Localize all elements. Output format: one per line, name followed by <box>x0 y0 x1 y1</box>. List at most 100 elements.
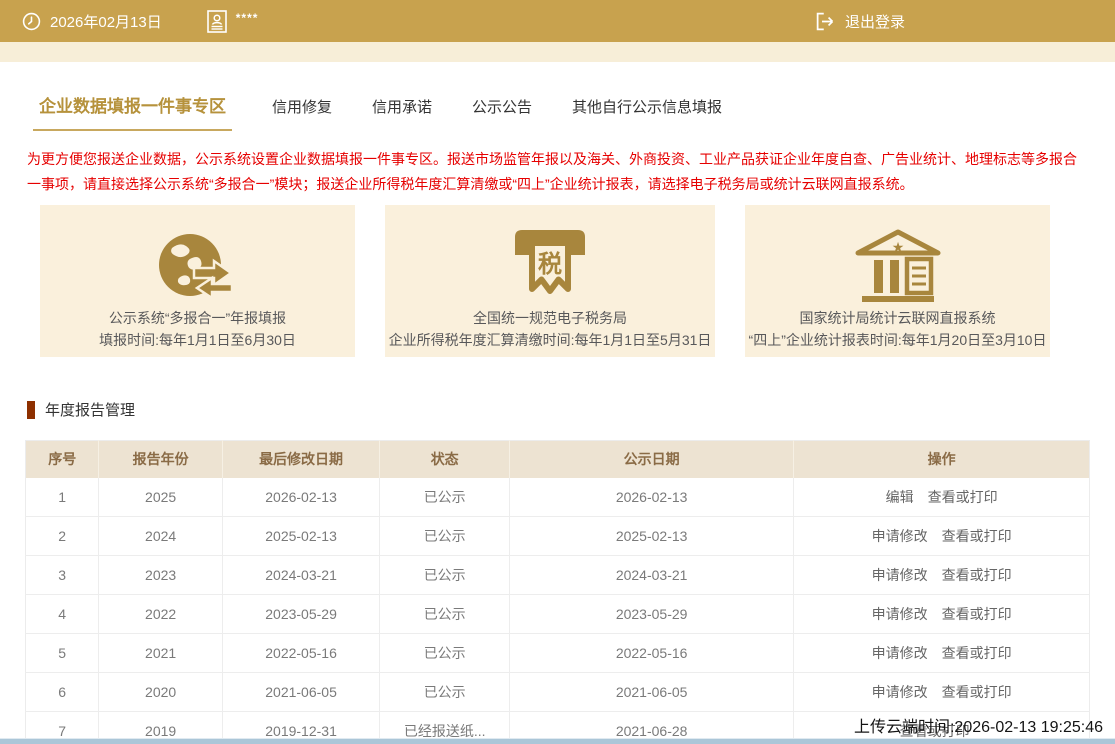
cell-last-modified: 2021-06-05 <box>222 673 379 712</box>
cell-last-modified: 2024-03-21 <box>222 556 379 595</box>
quick-link-cards: 公示系统“多报合一”年报填报 填报时间:每年1月1日至6月30日 税 全国统一规… <box>25 205 1090 357</box>
cell-report-year: 2023 <box>99 556 222 595</box>
card-annual-report-filing[interactable]: 公示系统“多报合一”年报填报 填报时间:每年1月1日至6月30日 <box>40 205 355 357</box>
clock-icon <box>22 12 41 31</box>
cell-actions: 编辑查看或打印 <box>794 478 1090 517</box>
masked-credential-text: **** <box>236 11 259 25</box>
cell-publish-date: 2025-02-13 <box>510 517 794 556</box>
cell-serial: 2 <box>26 517 99 556</box>
table-row: 5 2021 2022-05-16 已公示 2022-05-16 申请修改查看或… <box>26 634 1090 673</box>
action-link[interactable]: 申请修改 <box>872 684 928 700</box>
card-title: 公示系统“多报合一”年报填报 <box>40 307 355 329</box>
topbar: 2026年02月13日 **** 退出登录 <box>0 0 1115 42</box>
main-content: 企业数据填报一件事专区 信用修复 信用承诺 公示公告 其他自行公示信息填报 为更… <box>0 92 1115 744</box>
tab-credit-repair[interactable]: 信用修复 <box>272 96 332 131</box>
card-statistics-direct-report[interactable]: ★ 国家统计局统计云联网直报系统 “四上”企业统计报表时间:每年1月20日至3月… <box>745 205 1050 357</box>
notice-text: 为更方便您报送企业数据，公示系统设置企业数据填报一件事专区。报送市场监管年报以及… <box>27 147 1090 197</box>
date-display: 2026年02月13日 <box>22 11 162 32</box>
col-header-report-year: 报告年份 <box>99 441 222 478</box>
cell-publish-date: 2021-06-05 <box>510 673 794 712</box>
cell-last-modified: 2023-05-29 <box>222 595 379 634</box>
tab-other-self-disclosure[interactable]: 其他自行公示信息填报 <box>572 96 722 131</box>
cell-serial: 5 <box>26 634 99 673</box>
cell-report-year: 2020 <box>99 673 222 712</box>
logout-icon <box>815 11 836 32</box>
cell-publish-date: 2022-05-16 <box>510 634 794 673</box>
cell-last-modified: 2026-02-13 <box>222 478 379 517</box>
tab-public-announcement[interactable]: 公示公告 <box>472 96 532 131</box>
card-electronic-tax-bureau[interactable]: 税 全国统一规范电子税务局 企业所得税年度汇算清缴时间:每年1月1日至5月31日 <box>385 205 715 357</box>
cell-status: 已公示 <box>380 517 510 556</box>
col-header-actions: 操作 <box>794 441 1090 478</box>
logout-label: 退出登录 <box>845 11 905 32</box>
upload-time-text: 上传云端时间:2026-02-13 19:25:46 <box>854 713 1103 737</box>
cell-report-year: 2021 <box>99 634 222 673</box>
action-link[interactable]: 申请修改 <box>872 528 928 544</box>
cell-publish-date: 2024-03-21 <box>510 556 794 595</box>
action-link[interactable]: 查看或打印 <box>928 489 998 505</box>
action-link[interactable]: 申请修改 <box>872 567 928 583</box>
tab-credit-commitment[interactable]: 信用承诺 <box>372 96 432 131</box>
cell-status: 已公示 <box>380 595 510 634</box>
cell-actions: 申请修改查看或打印 <box>794 634 1090 673</box>
table-row: 1 2025 2026-02-13 已公示 2026-02-13 编辑查看或打印 <box>26 478 1090 517</box>
cell-report-year: 2024 <box>99 517 222 556</box>
action-link[interactable]: 编辑 <box>886 489 914 505</box>
globe-transfer-icon <box>40 227 355 307</box>
cell-status: 已公示 <box>380 673 510 712</box>
cell-serial: 1 <box>26 478 99 517</box>
tab-bar: 企业数据填报一件事专区 信用修复 信用承诺 公示公告 其他自行公示信息填报 <box>25 92 1090 131</box>
col-header-serial: 序号 <box>26 441 99 478</box>
action-link[interactable]: 查看或打印 <box>942 645 1012 661</box>
table-row: 3 2023 2024-03-21 已公示 2024-03-21 申请修改查看或… <box>26 556 1090 595</box>
svg-text:★: ★ <box>891 239 904 255</box>
cell-status: 已公示 <box>380 634 510 673</box>
cell-status: 已公示 <box>380 556 510 595</box>
section-title-text: 年度报告管理 <box>45 399 135 420</box>
cell-actions: 申请修改查看或打印 <box>794 517 1090 556</box>
card-subtitle: 企业所得税年度汇算清缴时间:每年1月1日至5月31日 <box>385 329 715 351</box>
bank-icon: ★ <box>745 227 1050 307</box>
table-row: 2 2024 2025-02-13 已公示 2025-02-13 申请修改查看或… <box>26 517 1090 556</box>
page: 2026年02月13日 **** 退出登录 企业数据填报一件事专区 信用修复 信… <box>0 0 1115 744</box>
action-link[interactable]: 查看或打印 <box>942 606 1012 622</box>
cell-last-modified: 2022-05-16 <box>222 634 379 673</box>
table-header-row: 序号 报告年份 最后修改日期 状态 公示日期 操作 <box>26 441 1090 478</box>
col-header-publish-date: 公示日期 <box>510 441 794 478</box>
col-header-status: 状态 <box>380 441 510 478</box>
topbar-lower-strip <box>0 42 1115 62</box>
tab-enterprise-data-filing[interactable]: 企业数据填报一件事专区 <box>33 92 232 131</box>
card-subtitle: “四上”企业统计报表时间:每年1月20日至3月10日 <box>745 329 1050 351</box>
col-header-last-modified: 最后修改日期 <box>222 441 379 478</box>
cell-actions: 申请修改查看或打印 <box>794 595 1090 634</box>
cell-publish-date: 2023-05-29 <box>510 595 794 634</box>
cell-last-modified: 2025-02-13 <box>222 517 379 556</box>
cell-report-year: 2022 <box>99 595 222 634</box>
cell-publish-date: 2026-02-13 <box>510 478 794 517</box>
table-row: 4 2022 2023-05-29 已公示 2023-05-29 申请修改查看或… <box>26 595 1090 634</box>
cell-actions: 申请修改查看或打印 <box>794 673 1090 712</box>
card-subtitle: 填报时间:每年1月1日至6月30日 <box>40 329 355 351</box>
cell-report-year: 2025 <box>99 478 222 517</box>
section-marker <box>27 401 35 419</box>
user-id-display: **** <box>207 10 259 33</box>
action-link[interactable]: 申请修改 <box>872 606 928 622</box>
topbar-date-text: 2026年02月13日 <box>50 11 162 32</box>
annual-report-table: 序号 报告年份 最后修改日期 状态 公示日期 操作 1 2025 2026-02… <box>25 440 1090 744</box>
card-title: 国家统计局统计云联网直报系统 <box>745 307 1050 329</box>
tax-badge-icon: 税 <box>385 227 715 307</box>
section-annual-report-management: 年度报告管理 <box>27 399 1090 420</box>
horizontal-scrollbar[interactable] <box>0 738 1115 744</box>
cell-serial: 6 <box>26 673 99 712</box>
logout-button[interactable]: 退出登录 <box>815 11 905 32</box>
card-title: 全国统一规范电子税务局 <box>385 307 715 329</box>
id-card-icon <box>207 10 227 33</box>
cell-serial: 4 <box>26 595 99 634</box>
table-row: 6 2020 2021-06-05 已公示 2021-06-05 申请修改查看或… <box>26 673 1090 712</box>
cell-status: 已公示 <box>380 478 510 517</box>
action-link[interactable]: 查看或打印 <box>942 528 1012 544</box>
action-link[interactable]: 查看或打印 <box>942 684 1012 700</box>
cell-actions: 申请修改查看或打印 <box>794 556 1090 595</box>
action-link[interactable]: 申请修改 <box>872 645 928 661</box>
action-link[interactable]: 查看或打印 <box>942 567 1012 583</box>
